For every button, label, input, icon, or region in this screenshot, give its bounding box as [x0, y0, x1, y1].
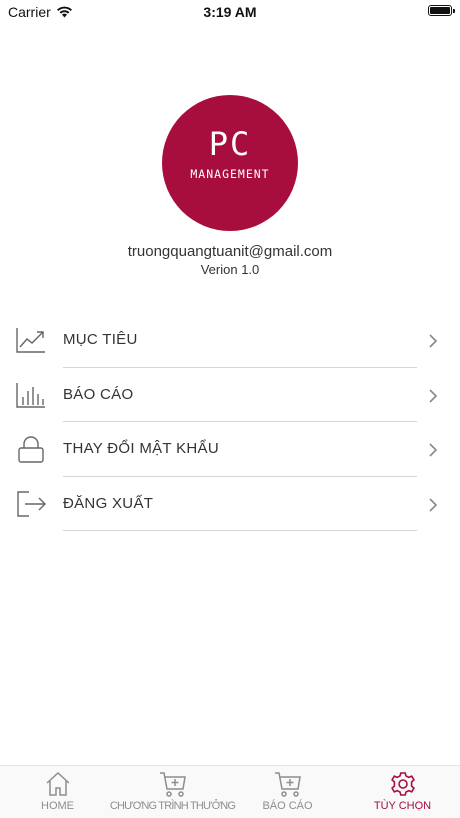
tab-options[interactable]: TÙY CHỌN — [345, 766, 460, 818]
menu-item-label: THAY ĐỔI MẬT KHẨU — [63, 440, 219, 457]
menu-item-goals[interactable]: MỤC TIÊU — [0, 313, 460, 368]
chevron-right-icon — [429, 334, 438, 348]
chevron-right-icon — [429, 388, 438, 403]
menu-item-logout[interactable]: ĐĂNG XUẤT — [0, 477, 460, 531]
gear-icon — [390, 772, 415, 796]
status-bar: Carrier 3:19 AM — [0, 0, 460, 24]
logout-icon — [17, 490, 46, 517]
cart-add-icon — [274, 772, 301, 797]
menu-item-reports[interactable]: BÁO CÁO — [0, 368, 460, 422]
lock-icon — [18, 436, 44, 463]
logo-title: PC — [208, 125, 252, 163]
logo-subtitle: MANAGEMENT — [190, 167, 270, 181]
app-version: Verion 1.0 — [200, 262, 260, 277]
menu-item-label: BÁO CÁO — [63, 385, 134, 403]
trending-chart-icon — [16, 328, 45, 353]
tab-reports[interactable]: BÁO CÁO — [230, 766, 345, 818]
menu-item-label: ĐĂNG XUẤT — [63, 494, 154, 512]
chevron-right-icon — [429, 497, 438, 512]
tab-bar: HOME CHƯƠNG TRÌNH THƯỞNG BÁO CÁO TÙY CHỌ… — [0, 765, 460, 818]
menu-item-change-password[interactable]: THAY ĐỔI MẬT KHẨU — [0, 422, 460, 477]
bar-chart-icon — [16, 382, 45, 408]
tab-label: TÙY CHỌN — [373, 800, 432, 812]
menu-divider — [63, 530, 417, 531]
settings-menu: MỤC TIÊU BÁO CÁO THAY ĐỔI MẬT KHẨU ĐĂNG … — [0, 313, 460, 531]
home-icon — [45, 771, 70, 796]
tab-home[interactable]: HOME — [0, 766, 115, 818]
user-email: truongquangtuanit@gmail.com — [127, 243, 333, 260]
app-logo: PC MANAGEMENT — [162, 95, 298, 231]
status-time: 3:19 AM — [203, 4, 257, 20]
battery-icon — [428, 5, 455, 16]
chevron-right-icon — [429, 443, 438, 457]
cart-add-icon — [159, 772, 186, 797]
menu-item-label: MỤC TIÊU — [63, 331, 138, 348]
tab-rewards[interactable]: CHƯƠNG TRÌNH THƯỞNG — [110, 766, 236, 818]
